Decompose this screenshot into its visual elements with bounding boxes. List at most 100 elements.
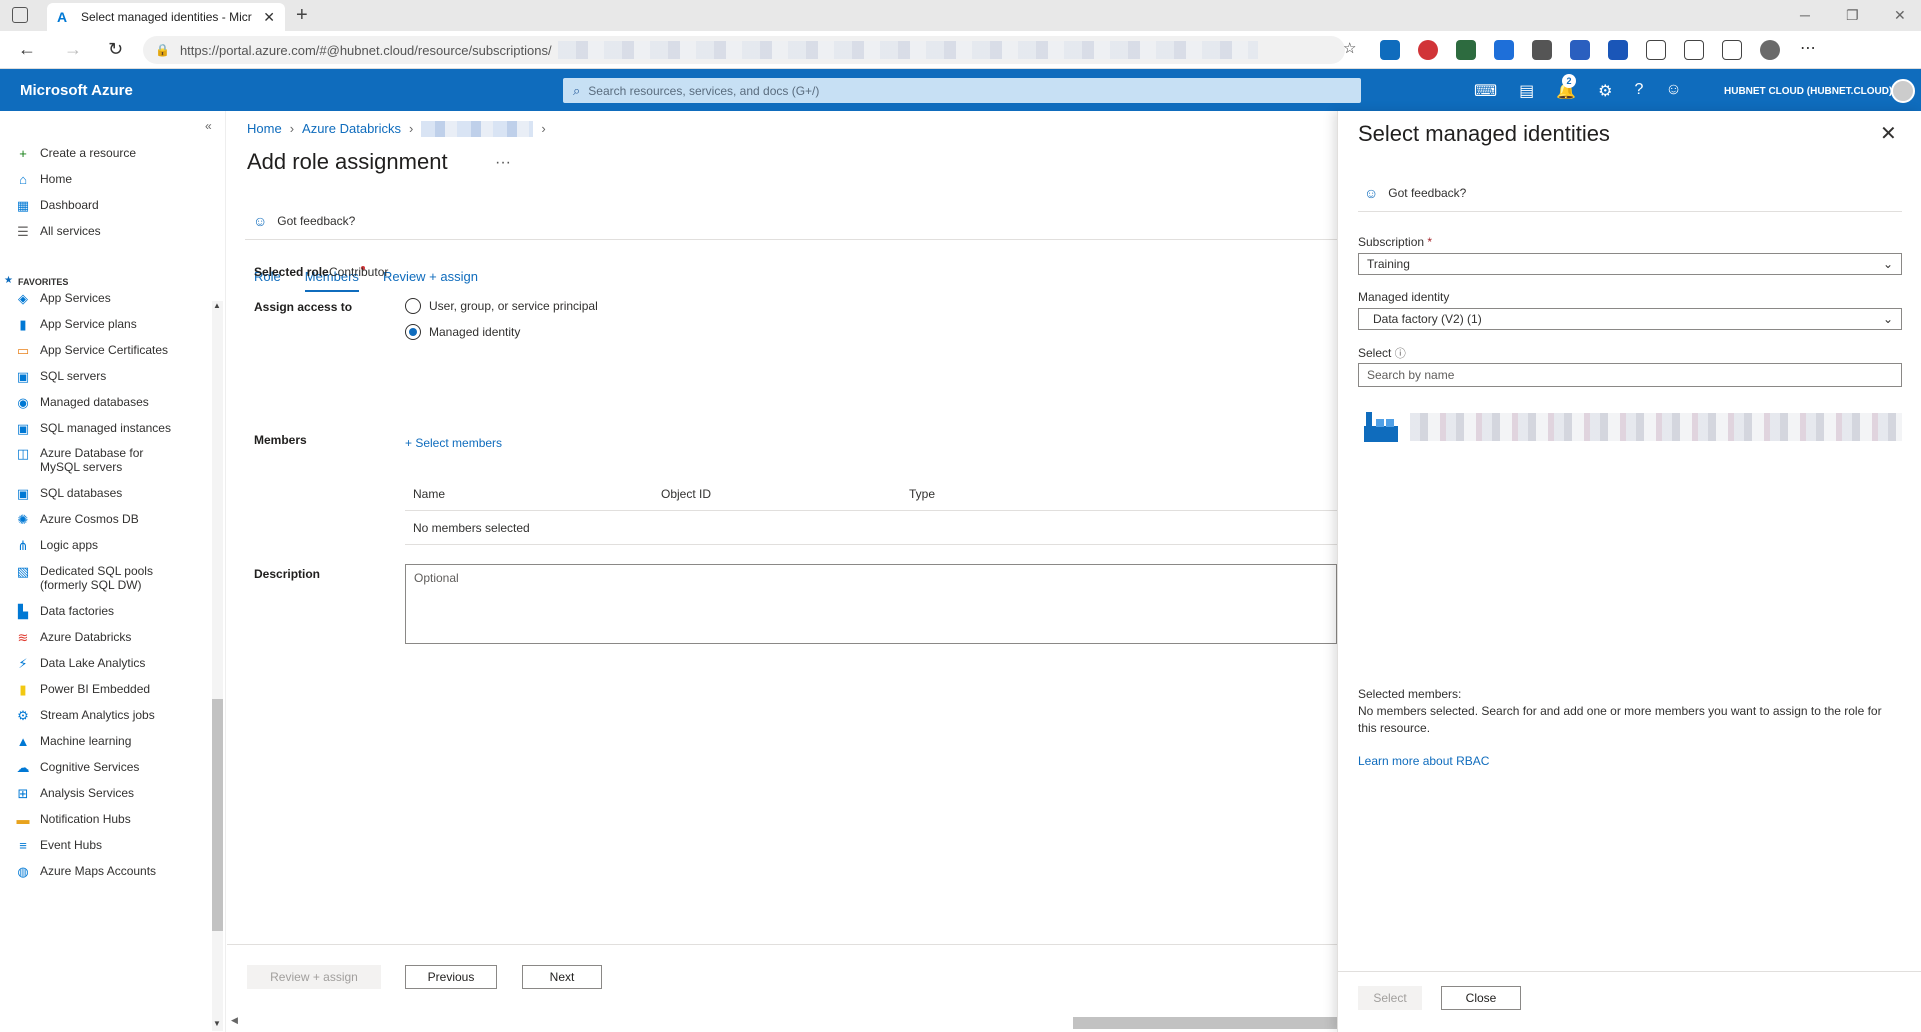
- sidebar-item-azure-database-for[interactable]: ◫ Azure Database for MySQL servers: [14, 446, 144, 474]
- tab-review-assign[interactable]: Review + assign: [383, 269, 478, 292]
- select-label-text: Select: [1358, 346, 1392, 360]
- selected-role-value: Contributor: [329, 265, 389, 279]
- avatar[interactable]: [1891, 79, 1915, 103]
- sidebar-item-analysis-services[interactable]: ⊞ Analysis Services: [14, 786, 134, 802]
- sidebar-item-sql-servers[interactable]: ▣ SQL servers: [14, 369, 106, 385]
- collections-icon[interactable]: [1722, 40, 1742, 60]
- search-by-name-input[interactable]: Search by name: [1358, 363, 1902, 387]
- sidebar-item-data-lake-analytics[interactable]: ⚡ Data Lake Analytics: [14, 656, 145, 672]
- sidebar-scroll-thumb[interactable]: [212, 699, 223, 931]
- sidebar-item-app-services[interactable]: ◈ App Services: [14, 291, 111, 307]
- radio-user-group-principal[interactable]: User, group, or service principal: [405, 298, 598, 314]
- sidebar-item-create-a-resource[interactable]: + Create a resource: [14, 146, 136, 162]
- more-options-icon[interactable]: ···: [495, 154, 511, 172]
- cosmos-db-icon: ✺: [17, 512, 29, 527]
- sidebar-item-app-service-certificates[interactable]: ▭ App Service Certificates: [14, 343, 168, 359]
- maps-icon: ◍: [17, 864, 29, 879]
- sidebar-item-event-hubs[interactable]: ≡ Event Hubs: [14, 838, 102, 854]
- breadcrumb-databricks[interactable]: Azure Databricks: [302, 121, 401, 137]
- settings-gear-icon[interactable]: ⚙: [1598, 81, 1612, 101]
- back-icon[interactable]: ←: [18, 39, 36, 60]
- sidebar-item-all-services[interactable]: ☰ All services: [14, 224, 101, 240]
- sidebar-item-managed-databases[interactable]: ◉ Managed databases: [14, 395, 148, 411]
- tenant-name[interactable]: HUBNET CLOUD (HUBNET.CLOUD): [1724, 86, 1892, 97]
- brand-title[interactable]: Microsoft Azure: [20, 82, 133, 99]
- favorites-icon[interactable]: [1684, 40, 1704, 60]
- extension-icon[interactable]: [1532, 40, 1552, 60]
- description-textarea[interactable]: Optional: [405, 564, 1337, 644]
- sidebar-item-data-factories[interactable]: ▙ Data factories: [14, 604, 114, 620]
- radio-managed-identity[interactable]: Managed identity: [405, 324, 520, 340]
- previous-button[interactable]: Previous: [405, 965, 497, 989]
- sidebar-item-app-service-plans[interactable]: ▮ App Service plans: [14, 317, 136, 333]
- extension-icon[interactable]: [1380, 40, 1400, 60]
- scroll-down-icon[interactable]: ▼: [213, 1019, 221, 1028]
- sidebar-item-dashboard[interactable]: ▦ Dashboard: [14, 198, 99, 214]
- extension-icon[interactable]: [1494, 40, 1514, 60]
- sidebar-item-power-bi-embedded[interactable]: ▮ Power BI Embedded: [14, 682, 150, 698]
- select-members-link[interactable]: + Select members: [405, 436, 502, 450]
- tab-actions-icon[interactable]: [12, 7, 28, 23]
- close-button[interactable]: Close: [1441, 986, 1521, 1010]
- subscription-dropdown[interactable]: Training ⌄: [1358, 253, 1902, 275]
- sidebar-item-machine-learning[interactable]: ▲ Machine learning: [14, 734, 132, 750]
- new-tab-icon[interactable]: +: [296, 4, 308, 27]
- favorite-star-icon[interactable]: ☆: [1343, 39, 1356, 57]
- blade-feedback-link[interactable]: ☺ Got feedback?: [1364, 185, 1466, 201]
- sidebar-item-cognitive-services[interactable]: ☁ Cognitive Services: [14, 760, 140, 776]
- list-item[interactable]: [1364, 407, 1902, 447]
- global-search-input[interactable]: ⌕ Search resources, services, and docs (…: [563, 78, 1361, 103]
- directory-filter-icon[interactable]: ▤: [1519, 81, 1534, 101]
- scroll-left-icon[interactable]: ◀: [231, 1015, 238, 1026]
- cloud-shell-icon[interactable]: ⌨: [1474, 81, 1497, 101]
- sidebar-item-stream-analytics-jobs[interactable]: ⚙ Stream Analytics jobs: [14, 708, 155, 724]
- forward-icon[interactable]: →: [64, 39, 82, 60]
- managed-identity-dropdown[interactable]: Data factory (V2) (1) ⌄: [1358, 308, 1902, 330]
- sidebar-item-home[interactable]: ⌂ Home: [14, 172, 72, 188]
- sidebar-item-sql-managed-instances[interactable]: ▣ SQL managed instances: [14, 421, 171, 437]
- radio-button-selected[interactable]: [405, 324, 421, 340]
- minimize-icon[interactable]: ─: [1800, 7, 1810, 23]
- adblock-icon[interactable]: [1418, 40, 1438, 60]
- breadcrumb-redacted[interactable]: [421, 121, 534, 137]
- info-icon[interactable]: ⓘ: [1395, 348, 1406, 360]
- next-button[interactable]: Next: [522, 965, 602, 989]
- help-icon[interactable]: ?: [1634, 81, 1643, 101]
- select-button[interactable]: Select: [1358, 986, 1422, 1010]
- radio-button[interactable]: [405, 298, 421, 314]
- sidebar-item-azure-maps-accounts[interactable]: ◍ Azure Maps Accounts: [14, 864, 156, 880]
- blade-title: Select managed identities: [1358, 121, 1610, 146]
- feedback-icon[interactable]: ☺: [1665, 81, 1681, 101]
- scroll-up-icon[interactable]: ▲: [213, 301, 221, 310]
- col-type[interactable]: Type: [909, 487, 1157, 501]
- review-assign-button[interactable]: Review + assign: [247, 965, 381, 989]
- extension-icon[interactable]: [1570, 40, 1590, 60]
- extension-icon[interactable]: [1456, 40, 1476, 60]
- profile-icon[interactable]: [1760, 40, 1780, 60]
- browser-tab[interactable]: A Select managed identities - Micr ✕: [47, 3, 285, 31]
- sidebar-item-logic-apps[interactable]: ⋔ Logic apps: [14, 538, 99, 554]
- horizontal-scrollbar[interactable]: [1073, 1017, 1337, 1029]
- refresh-icon[interactable]: ↻: [108, 39, 123, 60]
- url-field[interactable]: 🔒 https://portal.azure.com/#@hubnet.clou…: [143, 36, 1345, 64]
- col-object-id[interactable]: Object ID: [661, 487, 909, 501]
- sidebar-item-azure-databricks[interactable]: ≋ Azure Databricks: [14, 630, 132, 646]
- extensions-puzzle-icon[interactable]: [1646, 40, 1666, 60]
- more-icon[interactable]: ⋯: [1798, 40, 1818, 60]
- close-icon[interactable]: ✕: [1880, 121, 1897, 146]
- restore-icon[interactable]: ❐: [1846, 7, 1859, 24]
- sidebar-item-text: Cognitive Services: [40, 760, 139, 774]
- sidebar-item-dedicated-sql-pools[interactable]: ▧ Dedicated SQL pools (formerly SQL DW): [14, 564, 153, 592]
- collapse-sidebar-icon[interactable]: «: [205, 119, 212, 133]
- feedback-link[interactable]: ☺ Got feedback?: [253, 213, 355, 229]
- sidebar-item-azure-cosmos-db[interactable]: ✺ Azure Cosmos DB: [14, 512, 139, 528]
- sidebar-item-sql-databases[interactable]: ▣ SQL databases: [14, 486, 122, 502]
- col-name[interactable]: Name: [413, 487, 661, 501]
- sql-pool-icon: ▧: [16, 564, 30, 579]
- sidebar-item-notification-hubs[interactable]: ▬ Notification Hubs: [14, 812, 131, 828]
- close-tab-icon[interactable]: ✕: [263, 9, 275, 26]
- window-close-icon[interactable]: ✕: [1894, 7, 1906, 24]
- breadcrumb-home[interactable]: Home: [247, 121, 282, 137]
- extension-icon[interactable]: [1608, 40, 1628, 60]
- learn-more-rbac-link[interactable]: Learn more about RBAC: [1358, 754, 1489, 768]
